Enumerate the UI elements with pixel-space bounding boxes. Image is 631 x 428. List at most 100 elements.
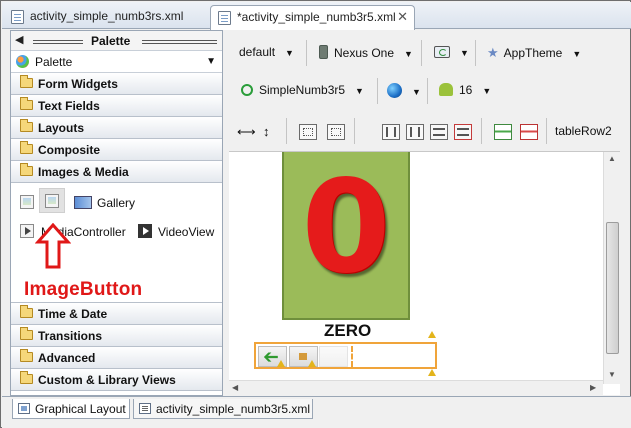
number-label[interactable]: ZERO [324, 321, 371, 341]
category-label: Composite [38, 143, 101, 157]
phone-icon [319, 45, 328, 59]
images-media-section: Gallery MediaController VideoView ImageB… [11, 183, 222, 303]
scroll-up-icon[interactable]: ▲ [608, 154, 616, 163]
tab-graphical-layout[interactable]: Graphical Layout [12, 399, 130, 419]
api-level-dropdown[interactable]: 16 ▼ [439, 80, 491, 102]
gravity-button[interactable] [327, 124, 345, 140]
separator [286, 118, 287, 144]
dropdown-icon: ▼ [285, 48, 294, 58]
folder-icon [20, 371, 33, 384]
scroll-right-icon[interactable]: ▶ [590, 383, 596, 392]
editor-tab-numb3r5[interactable]: *activity_simple_numb3r5.xml ✕ [210, 5, 415, 30]
category-label: Layouts [38, 121, 85, 135]
category-custom-library-views[interactable]: Custom & Library Views [11, 369, 222, 391]
separator [546, 118, 547, 144]
palette-mode-select[interactable]: Palette ▼ [11, 51, 222, 73]
up-arrow-icon [35, 223, 71, 269]
imagebutton-annotation: ImageButton [24, 279, 143, 300]
window: activity_simple_numb3rs.xml *activity_si… [0, 0, 631, 428]
activity-icon [241, 84, 253, 96]
category-images-media[interactable]: Images & Media [11, 161, 222, 183]
scroll-down-icon[interactable]: ▼ [608, 370, 616, 379]
refresh-icon [434, 46, 450, 58]
gallery-widget[interactable]: Gallery [97, 196, 135, 210]
category-form-widgets[interactable]: Form Widgets [11, 73, 222, 95]
folder-icon [20, 163, 33, 176]
category-time-date[interactable]: Time & Date [11, 303, 222, 325]
category-composite[interactable]: Composite [11, 139, 222, 161]
imagebutton-ghost[interactable] [319, 346, 348, 367]
activity-dropdown[interactable]: SimpleNumb3r5 ▼ [241, 80, 364, 102]
vertical-scrollbar[interactable]: ▲ ▼ [603, 152, 620, 384]
device-dropdown[interactable]: Nexus One ▼ [319, 42, 413, 64]
margins-button[interactable] [299, 124, 317, 140]
imagebutton-widget[interactable] [39, 188, 65, 213]
add-row-button[interactable] [494, 124, 512, 140]
delete-weights-button[interactable] [454, 124, 472, 140]
separator [354, 118, 355, 144]
folder-icon [20, 305, 33, 318]
palette-title: Palette [91, 34, 131, 48]
drag-grip[interactable] [33, 40, 83, 44]
warning-icon [277, 360, 285, 367]
table-row-selected[interactable] [254, 342, 437, 369]
left-arrow-icon[interactable]: ◀ [15, 33, 23, 46]
drag-grip[interactable] [142, 40, 217, 44]
separator [306, 40, 307, 66]
gallery-icon [74, 196, 92, 209]
category-label: Time & Date [38, 307, 108, 321]
theme-dropdown[interactable]: ★ AppTheme ▼ [487, 42, 581, 64]
design-canvas[interactable]: 0 ZERO ▲ ▼ ◀ [229, 151, 620, 395]
assign-weight-button[interactable] [406, 124, 424, 140]
dropdown-icon: ▼ [355, 86, 364, 96]
category-label: Advanced [38, 351, 96, 365]
tab-label: Graphical Layout [35, 402, 126, 416]
videoview-icon [138, 224, 152, 238]
dropdown-icon[interactable]: ▼ [206, 56, 216, 67]
separator [427, 78, 428, 104]
imageview-icon[interactable] [20, 195, 34, 209]
scroll-thumb[interactable] [606, 222, 619, 354]
category-label: Form Widgets [38, 77, 118, 91]
layout-editor: default ▼ Nexus One ▼ ▼ ★ AppTheme ▼ SimpleN… [229, 30, 629, 396]
drop-indicator [351, 346, 353, 367]
editor-tab-numb3rs[interactable]: activity_simple_numb3rs.xml [4, 5, 206, 29]
toggle-fill-height-button[interactable]: ↕ [263, 121, 270, 143]
horizontal-scrollbar[interactable]: ◀ ▶ [229, 380, 603, 395]
clear-weights-button[interactable] [430, 124, 448, 140]
separator [377, 78, 378, 104]
tab-xml-source[interactable]: activity_simple_numb3r5.xml [133, 399, 313, 419]
dropdown-icon: ▼ [412, 87, 421, 97]
category-label: Custom & Library Views [38, 373, 176, 387]
bottom-tab-bar: Graphical Layout activity_simple_numb3r5… [2, 396, 631, 428]
close-icon[interactable]: ✕ [397, 9, 408, 25]
config-dropdown[interactable]: default ▼ [239, 42, 294, 64]
scroll-left-icon[interactable]: ◀ [232, 383, 238, 392]
config-label: default [239, 45, 276, 59]
tab-label: activity_simple_numb3r5.xml [156, 402, 311, 416]
layout-icon [18, 403, 30, 414]
dropdown-icon: ▼ [572, 49, 582, 59]
distribute-weights-button[interactable] [382, 124, 400, 140]
category-advanced[interactable]: Advanced [11, 347, 222, 369]
editor-tab-label: *activity_simple_numb3r5.xml [237, 10, 396, 24]
category-layouts[interactable]: Layouts [11, 117, 222, 139]
big-digit: 0 [301, 153, 391, 302]
toggle-fill-width-button[interactable]: ⟷ [237, 121, 256, 143]
xml-file-icon [139, 403, 151, 414]
videoview-widget[interactable]: VideoView [158, 225, 214, 239]
folder-icon [20, 327, 33, 340]
palette-panel: ◀ Palette Palette ▼ Form Widgets Text Fi… [10, 30, 223, 396]
theme-label: AppTheme [503, 46, 563, 60]
category-text-fields[interactable]: Text Fields [11, 95, 222, 117]
remove-row-button[interactable] [520, 124, 538, 140]
locale-dropdown[interactable]: ▼ [387, 80, 421, 102]
device-label: Nexus One [334, 46, 395, 60]
digit-image[interactable]: 0 [282, 152, 410, 320]
folder-icon [20, 119, 33, 132]
activity-label: SimpleNumb3r5 [259, 83, 346, 97]
warning-icon [308, 360, 316, 367]
editor-tab-bar: activity_simple_numb3rs.xml *activity_si… [2, 2, 631, 30]
orientation-dropdown[interactable]: ▼ [434, 42, 469, 64]
category-transitions[interactable]: Transitions [11, 325, 222, 347]
